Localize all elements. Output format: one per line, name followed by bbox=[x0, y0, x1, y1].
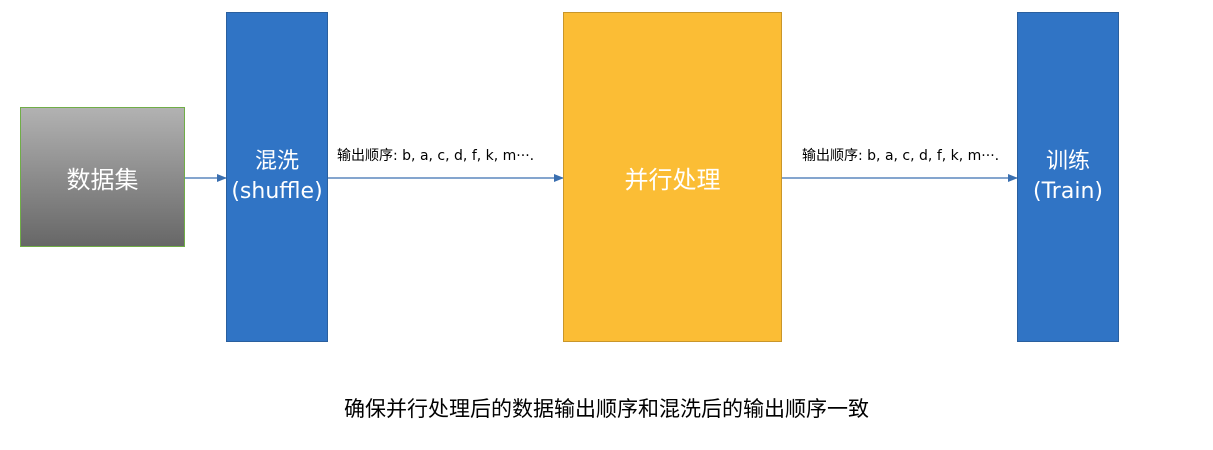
train-label-line1: 训练 bbox=[1045, 149, 1090, 174]
train-label-line2: (Train) bbox=[1033, 179, 1103, 204]
shuffle-node: 混洗 (shuffle) bbox=[226, 12, 328, 342]
dataset-node: 数据集 bbox=[20, 107, 185, 247]
shuffle-label-line2: (shuffle) bbox=[231, 179, 323, 204]
edge-label-parallel-to-train: 输出顺序: b, a, c, d, f, k, m···. bbox=[802, 148, 1000, 164]
train-node: 训练 (Train) bbox=[1017, 12, 1119, 342]
shuffle-label-line1: 混洗 bbox=[254, 149, 299, 174]
parallel-label: 并行处理 bbox=[624, 165, 721, 194]
edge-label-shuffle-to-parallel: 输出顺序: b, a, c, d, f, k, m···. bbox=[337, 148, 535, 164]
parallel-processing-node: 并行处理 bbox=[563, 12, 782, 342]
dataset-label: 数据集 bbox=[66, 165, 139, 194]
diagram-caption: 确保并行处理后的数据输出顺序和混洗后的输出顺序一致 bbox=[344, 397, 869, 421]
